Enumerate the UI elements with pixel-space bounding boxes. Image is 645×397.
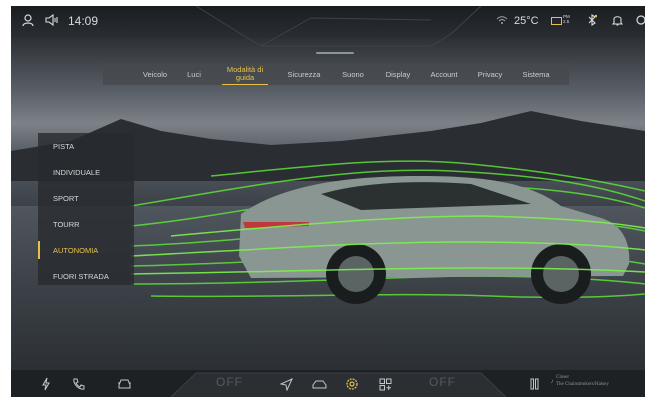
phone-icon[interactable] [71, 375, 85, 393]
tab-display[interactable]: Display [377, 63, 419, 85]
temperature-readout: 25°C [514, 15, 539, 27]
tab-suono[interactable]: Suono [333, 63, 373, 85]
air-quality-icon [551, 15, 562, 29]
now-playing[interactable]: Closer The Chainsmokers/Halsey [556, 374, 609, 388]
bluetooth-icon[interactable] [587, 13, 598, 29]
car-front-icon[interactable] [116, 375, 132, 393]
status-bar-decoration [195, 6, 482, 47]
settings-gear-icon[interactable] [635, 14, 645, 29]
now-playing-artist: The Chainsmokers/Halsey [556, 382, 609, 387]
apps-grid-icon[interactable] [377, 375, 393, 393]
drive-mode-autonomia[interactable]: AUTONOMIA [38, 237, 134, 263]
settings-gear-active-icon[interactable] [344, 375, 360, 393]
active-tab-underline [222, 84, 268, 85]
panel-handle[interactable] [316, 52, 354, 54]
notification-bell-icon[interactable] [611, 14, 624, 29]
tab-veicolo[interactable]: Veicolo [131, 63, 179, 85]
right-climate-status[interactable]: OFF [429, 375, 456, 389]
tab-luci[interactable]: Luci [179, 63, 209, 85]
tab-account[interactable]: Account [421, 63, 467, 85]
car-body [239, 176, 630, 304]
car-illustration [131, 160, 645, 304]
active-mode-indicator [38, 241, 40, 259]
tab-privacy[interactable]: Privacy [469, 63, 511, 85]
tab-modalita-di-guida[interactable]: Modalità di guida [218, 63, 272, 85]
now-playing-title: Closer [556, 375, 570, 380]
tab-sistema[interactable]: Sistema [513, 63, 559, 85]
wifi-icon [496, 14, 508, 28]
pause-icon[interactable] [528, 375, 540, 393]
car-icon[interactable] [311, 375, 327, 393]
energy-icon[interactable] [39, 375, 53, 393]
drive-mode-pista[interactable]: PISTA [38, 133, 134, 159]
clock: 14:09 [68, 14, 99, 28]
drive-mode-sport[interactable]: SPORT [38, 185, 134, 211]
music-note-icon: ♪ [550, 379, 554, 385]
status-bar: 14:09 25°C PM 2.5 [11, 6, 645, 47]
user-icon[interactable] [22, 14, 34, 30]
settings-tab-bar: Veicolo Luci Modalità di guida Sicurezza… [103, 63, 569, 85]
drive-mode-individuale[interactable]: INDIVIDUALE [38, 159, 134, 185]
volume-icon[interactable] [45, 13, 59, 29]
bottom-dock: OFF OFF ♪ Closer The Chainsmokers/Halsey [11, 370, 645, 397]
navigation-icon[interactable] [278, 375, 294, 393]
infotainment-screen: 14:09 25°C PM 2.5 Veicolo Luci Modalità … [11, 6, 645, 397]
drive-mode-fuori-strada[interactable]: FUORI STRADA [38, 263, 134, 289]
drive-mode-menu: PISTA INDIVIDUALE SPORT TOURR AUTONOMIA … [38, 133, 134, 285]
air-quality-label: PM 2.5 [563, 14, 570, 24]
left-climate-status[interactable]: OFF [216, 375, 243, 389]
tab-sicurezza[interactable]: Sicurezza [279, 63, 329, 85]
drive-mode-tourr[interactable]: TOURR [38, 211, 134, 237]
